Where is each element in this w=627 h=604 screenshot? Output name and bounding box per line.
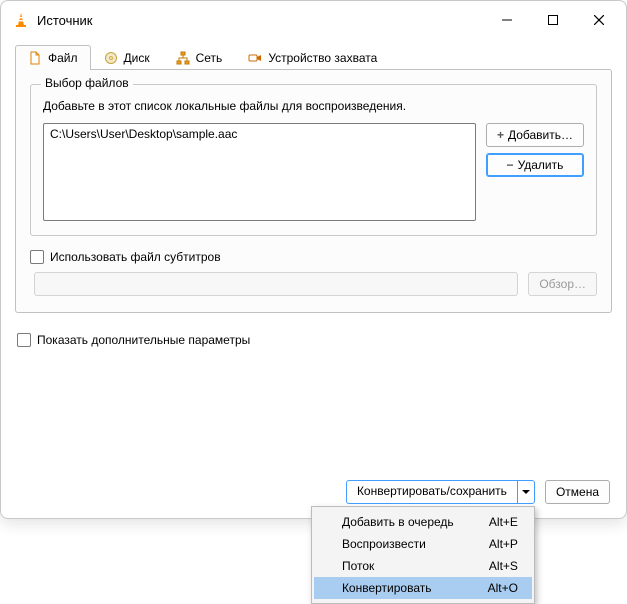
close-button[interactable]	[576, 4, 622, 36]
source-tabs: Файл Диск Сеть Устройство захвата	[15, 45, 612, 70]
file-listbox[interactable]: C:\Users\User\Desktop\sample.aac	[43, 123, 476, 221]
convert-menu: Добавить в очередь Alt+E Воспроизвести A…	[311, 506, 535, 604]
file-selection-group: Выбор файлов Добавьте в этот список лока…	[30, 84, 597, 236]
file-icon	[28, 51, 42, 65]
subtitle-path-row: Обзор…	[30, 272, 597, 296]
tab-label: Устройство захвата	[268, 51, 377, 65]
more-options-label: Показать дополнительные параметры	[37, 333, 250, 347]
list-item[interactable]: C:\Users\User\Desktop\sample.aac	[48, 126, 471, 142]
convert-save-splitbutton: Конвертировать/сохранить Добавить в очер…	[346, 480, 535, 504]
menu-item-stream[interactable]: Поток Alt+S	[314, 555, 532, 577]
tab-network[interactable]: Сеть	[163, 45, 236, 70]
button-label: Добавить…	[508, 128, 573, 142]
button-label: Конвертировать/сохранить	[357, 484, 507, 498]
menu-item-shortcut: Alt+S	[489, 559, 518, 573]
network-icon	[176, 51, 190, 65]
dialog-footer: Конвертировать/сохранить Добавить в очер…	[15, 480, 612, 504]
capture-icon	[248, 51, 262, 65]
subtitle-path-input	[34, 272, 518, 296]
tab-capture[interactable]: Устройство захвата	[235, 45, 390, 70]
menu-item-label: Конвертировать	[342, 581, 432, 595]
file-buttons: + Добавить… − Удалить	[486, 123, 584, 177]
subtitle-checkbox-row: Использовать файл субтитров	[30, 250, 597, 264]
disc-icon	[104, 51, 118, 65]
menu-item-shortcut: Alt+P	[489, 537, 518, 551]
tab-label: Файл	[48, 51, 78, 65]
remove-file-button[interactable]: − Удалить	[486, 153, 584, 177]
tab-label: Диск	[124, 51, 150, 65]
minus-icon: −	[507, 158, 514, 172]
menu-item-label: Воспроизвести	[342, 537, 426, 551]
tab-file[interactable]: Файл	[15, 45, 91, 70]
dialog-content: Файл Диск Сеть Устройство захвата	[1, 39, 626, 518]
dialog-window: Источник Файл	[0, 0, 627, 519]
subtitle-checkbox-label: Использовать файл субтитров	[50, 250, 221, 264]
button-label: Удалить	[518, 158, 564, 172]
add-file-button[interactable]: + Добавить…	[486, 123, 584, 147]
menu-item-shortcut: Alt+O	[488, 581, 518, 595]
button-label: Обзор…	[539, 277, 586, 291]
subtitle-browse-button: Обзор…	[528, 272, 597, 296]
window-title: Источник	[37, 13, 484, 28]
tab-label: Сеть	[196, 51, 223, 65]
subtitle-checkbox[interactable]	[30, 250, 44, 264]
more-options-row: Показать дополнительные параметры	[17, 333, 610, 347]
group-title: Выбор файлов	[41, 76, 133, 90]
more-options-checkbox[interactable]	[17, 333, 31, 347]
convert-save-button[interactable]: Конвертировать/сохранить	[346, 480, 517, 504]
button-label: Отмена	[556, 485, 599, 499]
file-hint: Добавьте в этот список локальные файлы д…	[43, 99, 584, 113]
titlebar: Источник	[1, 1, 626, 39]
minimize-button[interactable]	[484, 4, 530, 36]
menu-item-enqueue[interactable]: Добавить в очередь Alt+E	[314, 511, 532, 533]
maximize-button[interactable]	[530, 4, 576, 36]
menu-item-shortcut: Alt+E	[489, 515, 518, 529]
tab-disc[interactable]: Диск	[91, 45, 163, 70]
menu-item-play[interactable]: Воспроизвести Alt+P	[314, 533, 532, 555]
plus-icon: +	[497, 128, 504, 142]
window-controls	[484, 4, 622, 36]
vlc-cone-icon	[13, 12, 29, 28]
file-row: C:\Users\User\Desktop\sample.aac + Добав…	[43, 123, 584, 221]
chevron-down-icon	[522, 488, 530, 496]
convert-save-dropdown[interactable]	[517, 480, 535, 504]
tab-panel-file: Выбор файлов Добавьте в этот список лока…	[15, 69, 612, 313]
menu-item-label: Поток	[342, 559, 374, 573]
menu-item-convert[interactable]: Конвертировать Alt+O	[314, 577, 532, 599]
cancel-button[interactable]: Отмена	[545, 480, 610, 504]
menu-item-label: Добавить в очередь	[342, 515, 454, 529]
